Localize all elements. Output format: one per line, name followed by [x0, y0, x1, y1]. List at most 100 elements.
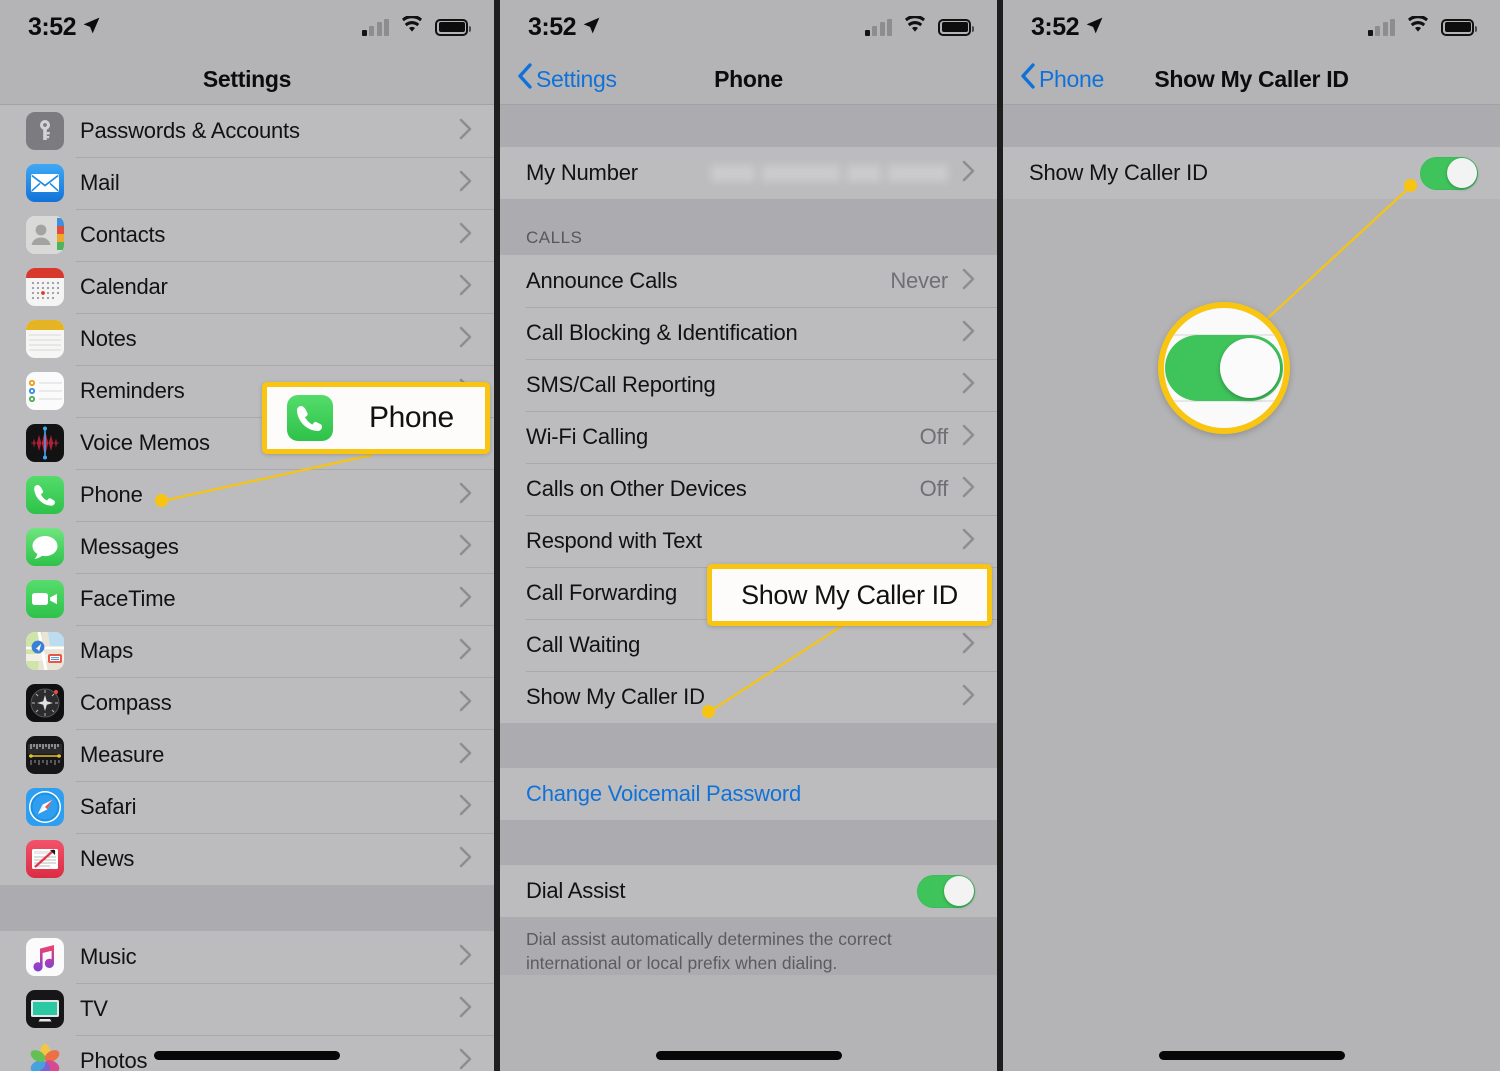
row-label: Voice Memos [80, 430, 210, 455]
row-label: Mail [80, 170, 120, 195]
cellular-signal-icon [1367, 18, 1395, 36]
settings-row-safari[interactable]: Safari [0, 781, 494, 833]
row-label: Show My Caller ID [1029, 160, 1208, 185]
row-label: My Number [526, 160, 638, 185]
dial-assist-toggle[interactable] [917, 874, 975, 908]
back-button-phone[interactable]: Phone [1003, 63, 1104, 95]
chevron-right-icon [459, 944, 472, 971]
row-label: Wi-Fi Calling [526, 424, 649, 449]
panel-phone: 3:52 Settings Phone My Number CALLS Anno… [500, 0, 997, 1071]
clock-label: 3:52 [528, 12, 577, 41]
row-value: Off [919, 476, 949, 501]
phone-settings-list[interactable]: My Number CALLS Announce Calls Never Call … [500, 105, 997, 1071]
list-top-gap [500, 105, 997, 147]
row-label: Dial Assist [526, 878, 626, 903]
chevron-right-icon [459, 430, 472, 457]
reminders-icon [26, 372, 64, 410]
list-top-gap [1003, 105, 1500, 147]
chevron-left-icon [1020, 63, 1035, 95]
settings-list[interactable]: Passwords & Accounts Mail Contacts Calendar… [0, 105, 494, 1071]
row-label: Music [80, 944, 137, 969]
clock-label: 3:52 [28, 12, 77, 41]
chevron-right-icon [962, 160, 975, 187]
back-button-settings[interactable]: Settings [500, 63, 617, 95]
clock-label: 3:52 [1031, 12, 1080, 41]
chevron-right-icon [459, 794, 472, 821]
list-section-gap [0, 885, 494, 931]
phone-row-call-blocking-identification[interactable]: Call Blocking & Identification [500, 307, 997, 359]
row-value: Off [919, 424, 949, 449]
settings-row-news[interactable]: News [0, 833, 494, 885]
row-label: SMS/Call Reporting [526, 372, 716, 397]
list-section-gap [500, 723, 997, 768]
show-my-caller-id-toggle[interactable] [1420, 156, 1478, 190]
settings-row-notes[interactable]: Notes [0, 313, 494, 365]
list-section-gap [500, 820, 997, 865]
chevron-right-icon [962, 528, 975, 555]
phone-icon [26, 476, 64, 514]
measure-icon [26, 736, 64, 774]
phone-row-show-my-caller-id[interactable]: Show My Caller ID [500, 671, 997, 723]
nav-bar: Settings [0, 54, 494, 105]
row-show-my-caller-id: Show My Caller ID [1003, 147, 1500, 199]
chevron-right-icon [962, 372, 975, 399]
back-button-label: Phone [1039, 65, 1105, 92]
phone-row-sms-call-reporting[interactable]: SMS/Call Reporting [500, 359, 997, 411]
settings-row-contacts[interactable]: Contacts [0, 209, 494, 261]
row-my-number[interactable]: My Number [500, 147, 997, 199]
row-label: Announce Calls [526, 268, 678, 293]
row-label: Notes [80, 326, 137, 351]
battery-icon [1441, 18, 1477, 36]
messages-icon [26, 528, 64, 566]
settings-row-phone[interactable]: Phone [0, 469, 494, 521]
phone-row-announce-calls[interactable]: Announce Calls Never [500, 255, 997, 307]
row-label: TV [80, 996, 108, 1021]
row-label: Call Blocking & Identification [526, 320, 798, 345]
status-bar-indicators [864, 14, 974, 39]
chevron-right-icon [962, 268, 975, 295]
section-header-calls: CALLS [500, 199, 997, 255]
phone-row-call-waiting[interactable]: Call Waiting [500, 619, 997, 671]
status-bar: 3:52 [500, 0, 997, 54]
status-bar-indicators [1367, 14, 1477, 39]
phone-row-wi-fi-calling[interactable]: Wi-Fi Calling Off [500, 411, 997, 463]
chevron-right-icon [459, 118, 472, 145]
news-icon [26, 840, 64, 878]
row-label: Safari [80, 794, 137, 819]
settings-row-passwords-accounts[interactable]: Passwords & Accounts [0, 105, 494, 157]
chevron-right-icon [962, 424, 975, 451]
settings-row-calendar[interactable]: Calendar [0, 261, 494, 313]
settings-row-reminders[interactable]: Reminders [0, 365, 494, 417]
row-label: Measure [80, 742, 165, 767]
chevron-right-icon [459, 742, 472, 769]
phone-row-respond-with-text[interactable]: Respond with Text [500, 515, 997, 567]
chevron-right-icon [962, 684, 975, 711]
status-bar-time-group: 3:52 [1031, 13, 1104, 42]
mail-icon [26, 164, 64, 202]
row-change-voicemail-password[interactable]: Change Voicemail Password [500, 768, 997, 820]
notes-icon [26, 320, 64, 358]
row-value: Never [890, 268, 948, 293]
chevron-right-icon [459, 170, 472, 197]
row-label: Passwords & Accounts [80, 118, 300, 143]
status-bar: 3:52 [0, 0, 494, 54]
my-number-value-blurred [711, 164, 948, 182]
settings-row-music[interactable]: Music [0, 931, 494, 983]
row-label: Calendar [80, 274, 168, 299]
settings-row-measure[interactable]: Measure [0, 729, 494, 781]
settings-row-messages[interactable]: Messages [0, 521, 494, 573]
phone-row-call-forwarding[interactable]: Call Forwarding [500, 567, 997, 619]
row-label: FaceTime [80, 586, 176, 611]
settings-row-facetime[interactable]: FaceTime [0, 573, 494, 625]
phone-row-calls-on-other-devices[interactable]: Calls on Other Devices Off [500, 463, 997, 515]
status-bar-indicators [361, 14, 471, 39]
row-label: Calls on Other Devices [526, 476, 747, 501]
settings-row-voice-memos[interactable]: Voice Memos [0, 417, 494, 469]
settings-row-maps[interactable]: Maps [0, 625, 494, 677]
settings-row-compass[interactable]: Compass [0, 677, 494, 729]
music-icon [26, 938, 64, 976]
nav-bar: Phone Show My Caller ID [1003, 54, 1500, 105]
settings-row-tv[interactable]: TV [0, 983, 494, 1035]
chevron-right-icon [459, 222, 472, 249]
settings-row-mail[interactable]: Mail [0, 157, 494, 209]
